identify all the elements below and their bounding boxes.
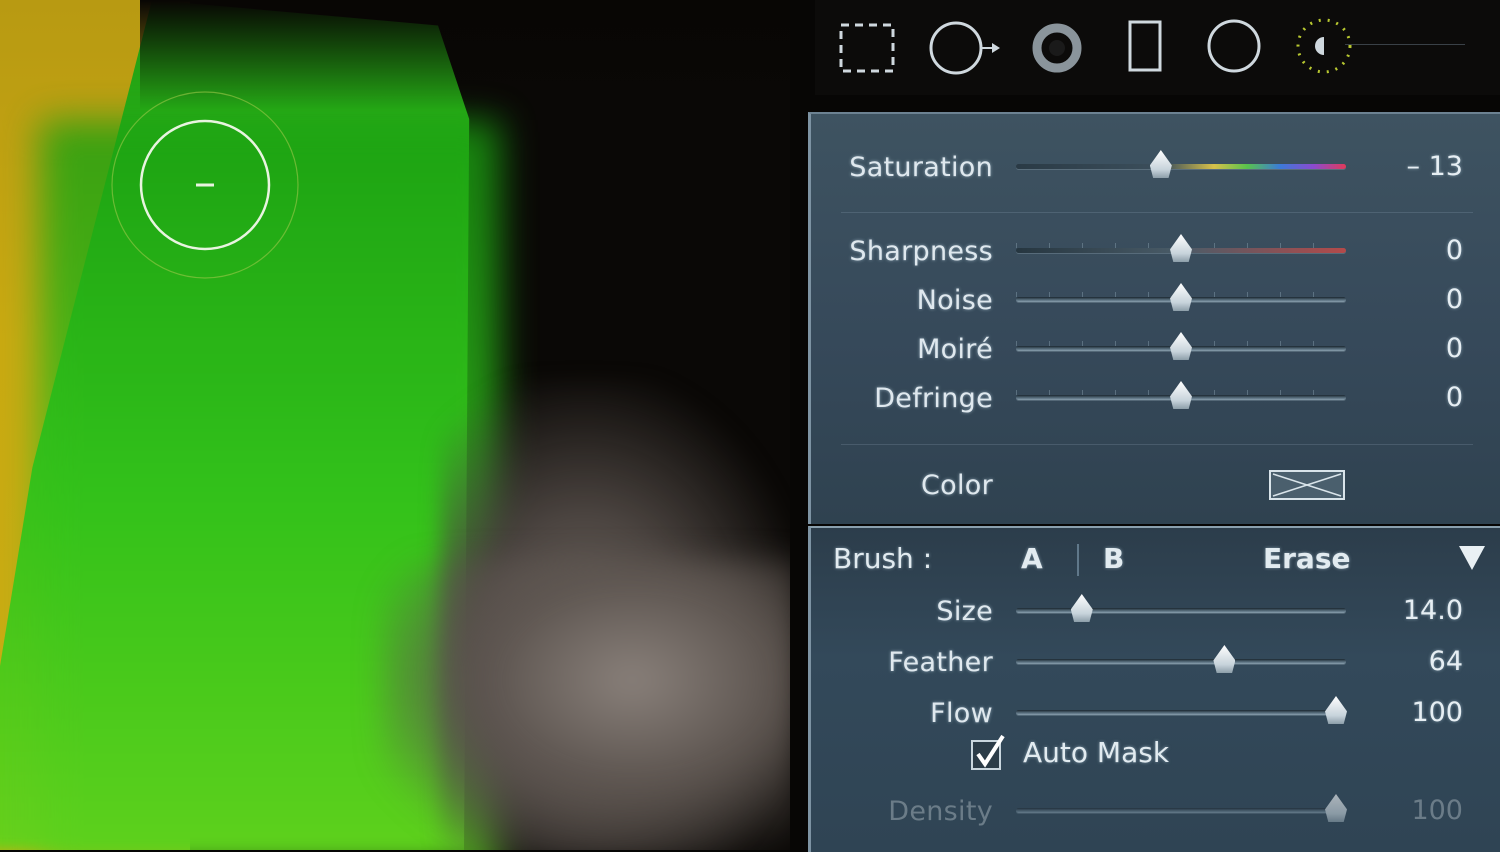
size-row: Size 14.0 — [811, 590, 1500, 630]
color-swatch[interactable] — [1269, 470, 1345, 500]
red-eye-icon — [1032, 23, 1082, 73]
brush-cursor-icon — [111, 91, 299, 279]
red-eye-tool[interactable] — [1025, 18, 1089, 78]
defringe-label: Defringe — [874, 383, 993, 414]
moire-row: Moiré 0 — [811, 328, 1500, 368]
crop-overlay-tool[interactable] — [835, 18, 899, 78]
noise-slider[interactable] — [1016, 292, 1346, 302]
moire-slider[interactable] — [1016, 341, 1346, 351]
graduated-filter-tool[interactable] — [1112, 18, 1176, 78]
feather-label: Feather — [888, 647, 993, 678]
size-label: Size — [936, 596, 993, 627]
density-label: Density — [888, 796, 993, 827]
density-row: Density 100 — [811, 790, 1500, 830]
flow-value[interactable]: 100 — [1371, 697, 1463, 728]
color-row: Color — [811, 464, 1500, 504]
density-slider[interactable] — [1016, 808, 1346, 813]
radial-filter-icon — [1207, 19, 1261, 73]
saturation-row: Saturation – 13 — [811, 146, 1500, 186]
auto-mask-checkbox[interactable] — [971, 734, 1005, 770]
divider — [841, 212, 1473, 213]
flow-row: Flow 100 — [811, 692, 1500, 732]
brush-tab-b[interactable]: B — [1103, 542, 1124, 575]
brush-tab-a[interactable]: A — [1021, 542, 1043, 575]
noise-row: Noise 0 — [811, 279, 1500, 319]
crop-overlay-icon — [839, 23, 895, 73]
size-value[interactable]: 14.0 — [1371, 595, 1463, 626]
defringe-value[interactable]: 0 — [1371, 382, 1463, 413]
spot-removal-tool[interactable] — [929, 18, 1000, 78]
photo-haze-lower — [380, 560, 790, 850]
feather-slider[interactable] — [1016, 659, 1346, 664]
brush-panel: Brush : A B Erase Size 14.0 Feather 64 F… — [808, 526, 1500, 852]
defringe-row: Defringe 0 — [811, 377, 1500, 417]
brush-header: Brush : A B Erase — [811, 542, 1500, 582]
saturation-value[interactable]: – 13 — [1371, 151, 1463, 182]
density-value[interactable]: 100 — [1371, 795, 1463, 826]
feather-row: Feather 64 — [811, 641, 1500, 681]
brush-tab-erase[interactable]: Erase — [1263, 542, 1351, 575]
no-color-icon — [1272, 473, 1342, 497]
sharpness-slider[interactable] — [1016, 243, 1346, 253]
noise-value[interactable]: 0 — [1371, 284, 1463, 315]
brush-title: Brush : — [833, 542, 933, 575]
flow-slider[interactable] — [1016, 710, 1346, 715]
photo-canvas[interactable] — [0, 0, 790, 850]
checkmark-icon — [976, 734, 1005, 768]
color-label: Color — [921, 470, 993, 501]
brush-tab-separator — [1077, 544, 1079, 576]
saturation-slider[interactable] — [1016, 164, 1346, 169]
auto-mask-label: Auto Mask — [1023, 736, 1170, 769]
graduated-filter-icon — [1128, 20, 1162, 72]
adjustment-brush-tool[interactable] — [1290, 18, 1354, 78]
toolstrip-line — [1345, 44, 1465, 45]
feather-value[interactable]: 64 — [1371, 646, 1463, 677]
sharpness-value[interactable]: 0 — [1371, 235, 1463, 266]
noise-label: Noise — [916, 285, 993, 316]
adjustment-brush-icon — [1296, 18, 1352, 74]
moire-label: Moiré — [917, 334, 993, 365]
effects-panel: Saturation – 13 Sharpness 0 Noise 0 Moir… — [808, 112, 1500, 524]
spot-removal-icon — [929, 21, 1000, 75]
divider — [841, 444, 1473, 445]
moire-value[interactable]: 0 — [1371, 333, 1463, 364]
defringe-slider[interactable] — [1016, 390, 1346, 400]
radial-filter-tool[interactable] — [1202, 18, 1266, 78]
sharpness-row: Sharpness 0 — [811, 230, 1500, 270]
flow-label: Flow — [930, 698, 993, 729]
brush-collapse-triangle-icon[interactable] — [1459, 546, 1485, 570]
saturation-label: Saturation — [849, 152, 993, 183]
size-slider[interactable] — [1016, 608, 1346, 613]
sharpness-label: Sharpness — [849, 236, 993, 267]
